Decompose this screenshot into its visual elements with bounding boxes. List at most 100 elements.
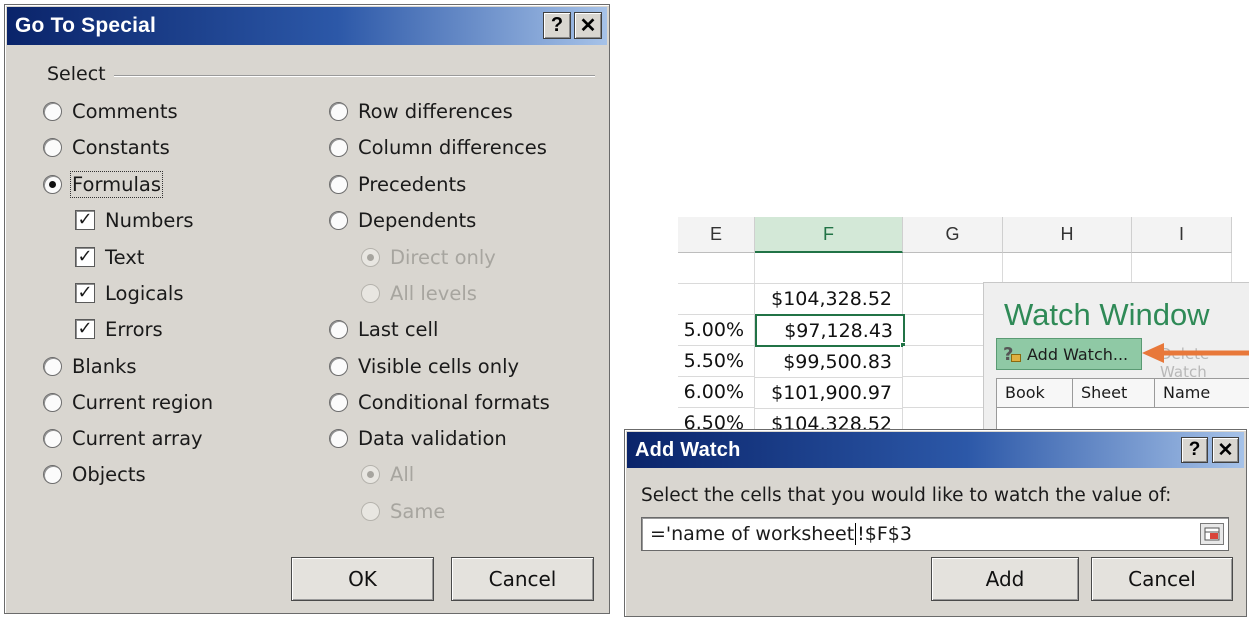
add-watch-dialog: Add Watch ? ✕ Select the cells that you … bbox=[624, 429, 1247, 617]
checkmark-icon: ✓ bbox=[75, 283, 95, 303]
option-label: Errors bbox=[105, 317, 163, 341]
radio-dependents[interactable]: Dependents bbox=[329, 205, 476, 235]
cancel-button[interactable]: Cancel bbox=[451, 557, 594, 601]
radio-icon bbox=[43, 392, 62, 412]
option-label: Last cell bbox=[358, 317, 439, 341]
radio-comments[interactable]: Comments bbox=[43, 96, 178, 126]
go-to-special-dialog: Go To Special ? ✕ Select Comments Consta… bbox=[4, 4, 610, 614]
cell-e[interactable] bbox=[678, 253, 755, 284]
option-label: Precedents bbox=[358, 172, 467, 196]
checkbox-text[interactable]: ✓ Text bbox=[75, 242, 144, 272]
radio-last-cell[interactable]: Last cell bbox=[329, 314, 438, 344]
cell-e[interactable]: 6.00% bbox=[678, 377, 755, 408]
radio-precedents[interactable]: Precedents bbox=[329, 169, 466, 199]
option-label: Dependents bbox=[358, 208, 477, 232]
radio-selected-icon bbox=[43, 174, 62, 194]
add-watch-icon: ? bbox=[1003, 344, 1021, 365]
radio-validation-all[interactable]: All bbox=[361, 459, 414, 489]
cell-f[interactable]: $101,900.97 bbox=[755, 378, 903, 409]
radio-icon bbox=[361, 501, 380, 521]
cell-f[interactable] bbox=[755, 253, 903, 284]
checkmark-icon: ✓ bbox=[75, 247, 95, 267]
radio-icon bbox=[329, 210, 348, 230]
option-label: Text bbox=[105, 245, 145, 269]
radio-icon bbox=[43, 464, 62, 484]
help-button[interactable]: ? bbox=[543, 12, 571, 39]
cell-f[interactable]: $104,328.52 bbox=[755, 284, 903, 315]
add-watch-button[interactable]: ? Add Watch... bbox=[996, 338, 1142, 370]
ok-button[interactable]: OK bbox=[291, 557, 434, 601]
range-select-icon bbox=[1204, 527, 1220, 541]
column-header-h[interactable]: H bbox=[1003, 217, 1132, 253]
radio-selected-icon bbox=[361, 247, 380, 267]
option-label: All levels bbox=[390, 281, 477, 305]
active-cell-f[interactable]: $97,128.43 bbox=[755, 314, 905, 347]
radio-current-array[interactable]: Current array bbox=[43, 423, 203, 453]
cell-g[interactable] bbox=[903, 253, 1003, 284]
option-label: Objects bbox=[72, 462, 146, 486]
help-button[interactable]: ? bbox=[1181, 437, 1208, 463]
reference-input[interactable]: ='name of worksheet !$F$3 bbox=[641, 517, 1229, 551]
title-bar: Add Watch ? ✕ bbox=[627, 432, 1244, 468]
option-label: Conditional formats bbox=[358, 390, 550, 414]
column-header-g[interactable]: G bbox=[903, 217, 1003, 253]
add-button-label: Add bbox=[985, 567, 1025, 591]
cell-i[interactable] bbox=[1132, 253, 1232, 284]
option-label: Constants bbox=[72, 135, 170, 159]
collapse-dialog-icon[interactable] bbox=[1200, 523, 1224, 545]
column-header-name[interactable]: Name bbox=[1155, 379, 1249, 407]
radio-formulas[interactable]: Formulas bbox=[43, 169, 164, 199]
reference-text-after-caret: !$F$3 bbox=[857, 523, 912, 545]
column-header-i[interactable]: I bbox=[1132, 217, 1232, 253]
radio-data-validation[interactable]: Data validation bbox=[329, 423, 507, 453]
close-button[interactable]: ✕ bbox=[574, 12, 602, 39]
checkmark-icon: ✓ bbox=[75, 210, 95, 230]
radio-blanks[interactable]: Blanks bbox=[43, 351, 137, 381]
column-header-sheet[interactable]: Sheet bbox=[1073, 379, 1155, 407]
watch-list-header: Book Sheet Name bbox=[996, 378, 1249, 408]
option-label: Logicals bbox=[105, 281, 184, 305]
column-header-e[interactable]: E bbox=[678, 217, 755, 253]
option-label: Formulas bbox=[69, 170, 164, 198]
group-label-select: Select bbox=[47, 63, 114, 85]
radio-icon bbox=[43, 137, 62, 157]
radio-constants[interactable]: Constants bbox=[43, 132, 170, 162]
radio-validation-same[interactable]: Same bbox=[361, 496, 445, 526]
option-label: Current array bbox=[72, 426, 203, 450]
radio-current-region[interactable]: Current region bbox=[43, 387, 213, 417]
cell-e[interactable]: 5.00% bbox=[678, 315, 755, 346]
cancel-button[interactable]: Cancel bbox=[1091, 557, 1233, 601]
radio-icon bbox=[329, 319, 348, 339]
option-label: Same bbox=[390, 499, 446, 523]
cell-h[interactable] bbox=[1003, 253, 1132, 284]
radio-icon bbox=[329, 174, 348, 194]
option-label: Visible cells only bbox=[358, 354, 520, 378]
checkbox-numbers[interactable]: ✓ Numbers bbox=[75, 205, 194, 235]
close-button[interactable]: ✕ bbox=[1212, 437, 1239, 463]
column-header-f[interactable]: F bbox=[755, 217, 903, 253]
checkbox-errors[interactable]: ✓ Errors bbox=[75, 314, 163, 344]
radio-column-differences[interactable]: Column differences bbox=[329, 132, 547, 162]
dialog-title: Add Watch bbox=[635, 438, 741, 461]
cell-f[interactable]: $99,500.83 bbox=[755, 347, 903, 378]
option-label: Comments bbox=[72, 99, 178, 123]
option-label: Row differences bbox=[358, 99, 513, 123]
column-header-book[interactable]: Book bbox=[997, 379, 1073, 407]
add-button[interactable]: Add bbox=[931, 557, 1079, 601]
radio-objects[interactable]: Objects bbox=[43, 459, 146, 489]
cell-e[interactable] bbox=[678, 284, 755, 315]
option-label: Column differences bbox=[358, 135, 547, 159]
radio-direct-only[interactable]: Direct only bbox=[361, 242, 496, 272]
dialog-title: Go To Special bbox=[15, 14, 157, 37]
radio-icon bbox=[361, 283, 380, 303]
checkbox-logicals[interactable]: ✓ Logicals bbox=[75, 278, 184, 308]
cell-e[interactable]: 5.50% bbox=[678, 346, 755, 377]
add-watch-label: Add Watch... bbox=[1027, 344, 1129, 364]
option-label: Blanks bbox=[72, 354, 137, 378]
radio-visible-cells-only[interactable]: Visible cells only bbox=[329, 351, 519, 381]
radio-row-differences[interactable]: Row differences bbox=[329, 96, 513, 126]
radio-conditional-formats[interactable]: Conditional formats bbox=[329, 387, 550, 417]
text-caret bbox=[855, 523, 857, 545]
radio-all-levels[interactable]: All levels bbox=[361, 278, 477, 308]
option-label: Current region bbox=[72, 390, 214, 414]
